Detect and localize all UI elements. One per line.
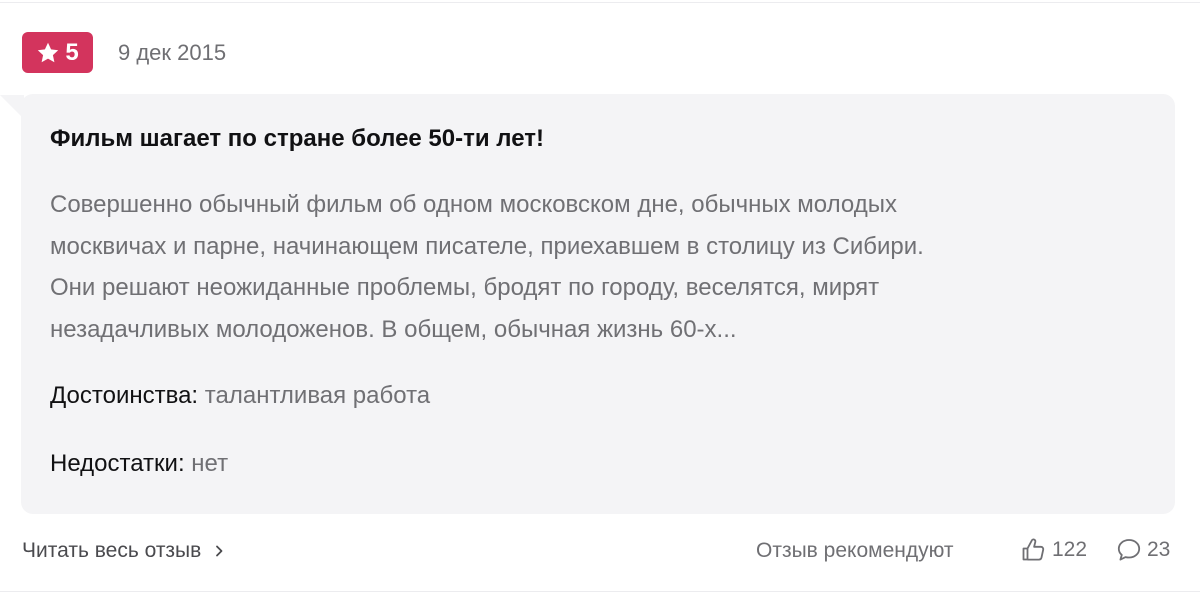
read-full-review-link[interactable]: Читать весь отзыв bbox=[22, 537, 225, 565]
top-divider bbox=[0, 2, 1200, 3]
review-card: 5 9 дек 2015 Фильм шагает по стране боле… bbox=[0, 0, 1200, 595]
recommend-label: Отзыв рекомендуют bbox=[756, 539, 954, 562]
chevron-right-icon bbox=[216, 545, 223, 557]
rating-value: 5 bbox=[65, 38, 79, 66]
review-text-line: незадачливых молодоженов. В общем, обычн… bbox=[50, 315, 737, 343]
pros: Достоинства: талантливая работа bbox=[50, 381, 430, 411]
bottom-divider bbox=[0, 591, 1200, 592]
review-text: Совершенно обычный фильм об одном москов… bbox=[50, 184, 1150, 350]
review-text-line: Они решают неожиданные проблемы, бродят … bbox=[50, 274, 880, 301]
review-body: Фильм шагает по стране более 50-ти лет! … bbox=[21, 94, 1175, 514]
review-text-line: москвичах и парне, начинающем писателе, … bbox=[50, 232, 924, 260]
cons-label: Недостатки: bbox=[50, 450, 185, 477]
read-more-label: Читать весь отзыв bbox=[22, 539, 202, 562]
review-date: 9 дек 2015 bbox=[118, 40, 227, 65]
thumbs-up-icon bbox=[1022, 538, 1045, 561]
pros-value: талантливая работа bbox=[204, 382, 431, 409]
review-text-line: Совершенно обычный фильм об одном москов… bbox=[50, 191, 897, 218]
review-title: Фильм шагает по стране более 50-ти лет! bbox=[50, 125, 545, 152]
cons: Недостатки: нет bbox=[50, 449, 228, 479]
pros-label: Достоинства: bbox=[50, 382, 199, 409]
like-count: 122 bbox=[1052, 538, 1088, 561]
comment-count: 23 bbox=[1147, 538, 1171, 561]
cons-value: нет bbox=[191, 450, 229, 477]
star-icon bbox=[38, 42, 59, 62]
like-button[interactable]: 122 bbox=[1020, 535, 1087, 565]
comments-button[interactable]: 23 bbox=[1115, 535, 1170, 565]
comment-icon bbox=[1117, 539, 1141, 561]
rating-badge: 5 bbox=[22, 32, 93, 73]
